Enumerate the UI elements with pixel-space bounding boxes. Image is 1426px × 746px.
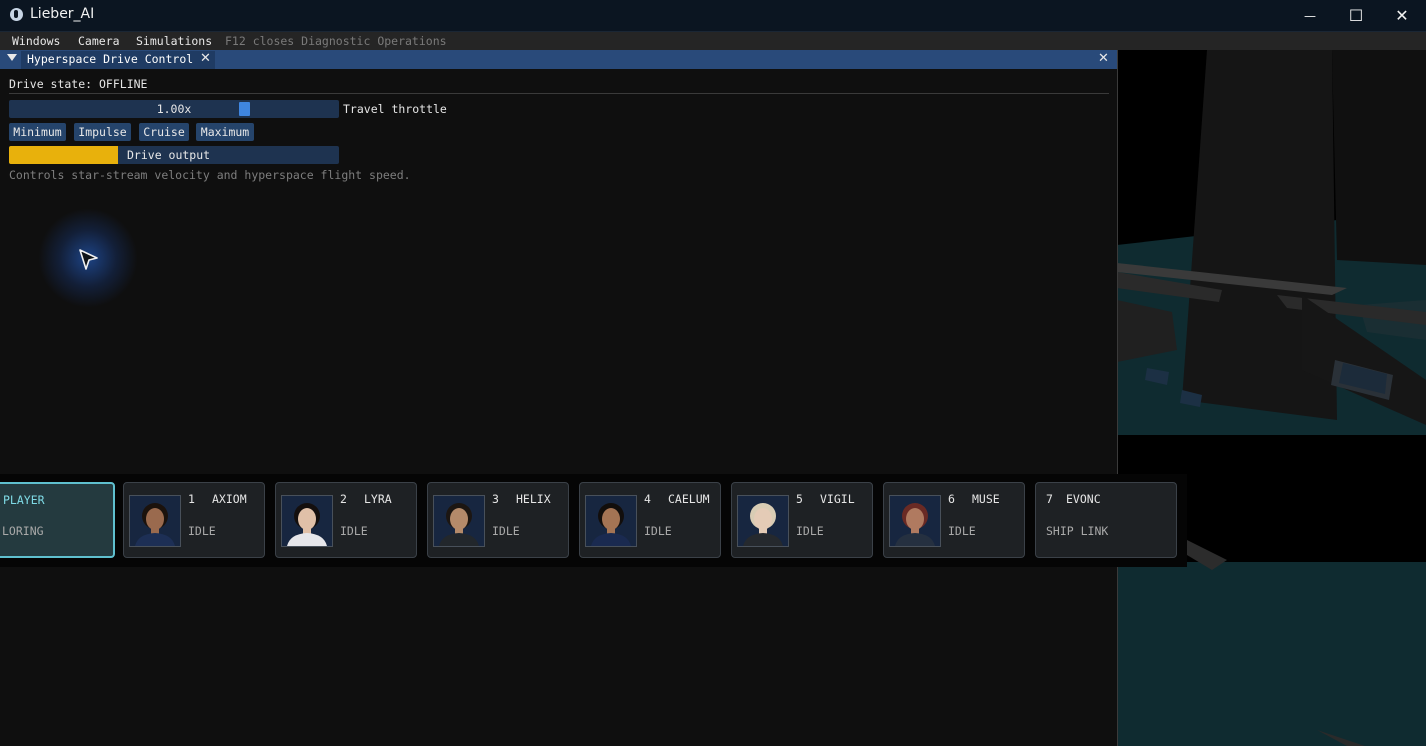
crew-number: 4 [644, 492, 651, 506]
crew-number: 6 [948, 492, 955, 506]
travel-throttle-label: Travel throttle [343, 102, 447, 116]
crew-status: IDLE [492, 524, 520, 538]
preset-maximum-button[interactable]: Maximum [196, 123, 254, 141]
minimize-button[interactable]: — [1287, 0, 1333, 31]
drive-state-text: Drive state: OFFLINE [9, 77, 148, 91]
app-logo-icon [10, 8, 23, 21]
os-title-bar: Lieber_AI — ☐ ✕ [0, 0, 1426, 32]
collapse-arrow-icon[interactable] [7, 54, 17, 61]
crew-name: AXIOM [212, 492, 247, 506]
preset-cruise-button[interactable]: Cruise [139, 123, 189, 141]
app-title: Lieber_AI [30, 6, 95, 22]
scene-viewport[interactable] [1117, 50, 1426, 746]
close-button[interactable]: ✕ [1379, 0, 1425, 31]
hyperspace-drive-window: Hyperspace Drive Control ✕ ✕ Drive state… [0, 50, 1118, 746]
drive-output-label: Drive output [127, 148, 211, 162]
crew-number: 2 [340, 492, 347, 506]
crew-name: PLAYER [3, 493, 45, 507]
crew-name: LYRA [364, 492, 392, 506]
crew-card-lyra[interactable]: 2 LYRA IDLE [275, 482, 417, 558]
drive-output-bar: Drive output [9, 146, 339, 164]
crew-portrait [129, 495, 181, 547]
maximize-button[interactable]: ☐ [1333, 0, 1379, 31]
scene-render [1117, 50, 1426, 746]
window-title: Hyperspace Drive Control [27, 52, 194, 66]
crew-card-muse[interactable]: 6 MUSE IDLE [883, 482, 1025, 558]
crew-status: IDLE [796, 524, 824, 538]
crew-status: IDLE [188, 524, 216, 538]
crew-portrait [585, 495, 637, 547]
crew-card-caelum[interactable]: 4 CAELUM IDLE [579, 482, 721, 558]
crew-portrait [433, 495, 485, 547]
crew-status: SHIP LINK [1046, 524, 1109, 538]
crew-bar: PLAYER LORING 1 AXIOM IDLE 2 LYRA IDLE 3 HELIX IDL… [0, 474, 1187, 567]
menu-camera[interactable]: Camera [78, 34, 120, 48]
crew-name: CAELUM [668, 492, 710, 506]
crew-status: IDLE [948, 524, 976, 538]
menu-bar: Windows Camera Simulations F12 closes Di… [0, 32, 1426, 50]
crew-portrait [889, 495, 941, 547]
crew-name: EVONC [1066, 492, 1101, 506]
preset-impulse-button[interactable]: Impulse [74, 123, 131, 141]
crew-number: 7 [1046, 492, 1053, 506]
menu-simulations[interactable]: Simulations [136, 34, 212, 48]
tab-close-icon[interactable]: ✕ [200, 51, 211, 66]
crew-name: MUSE [972, 492, 1000, 506]
crew-name: VIGIL [820, 492, 855, 506]
crew-status: IDLE [340, 524, 368, 538]
close-icon: ✕ [1395, 6, 1409, 25]
menu-hint-text: F12 closes Diagnostic Operations [225, 34, 447, 48]
maximize-icon: ☐ [1348, 6, 1364, 25]
description-text: Controls star-stream velocity and hypers… [9, 168, 411, 182]
crew-card-vigil[interactable]: 5 VIGIL IDLE [731, 482, 873, 558]
crew-status: LORING [2, 524, 44, 538]
throttle-value: 1.00x [156, 102, 192, 116]
window-close-icon[interactable]: ✕ [1098, 51, 1109, 66]
crew-portrait [281, 495, 333, 547]
drive-output-fill [9, 146, 118, 164]
crew-number: 3 [492, 492, 499, 506]
preset-minimum-button[interactable]: Minimum [9, 123, 66, 141]
crew-number: 1 [188, 492, 195, 506]
crew-card-evonc[interactable]: 7 EVONC SHIP LINK [1035, 482, 1177, 558]
crew-number: 5 [796, 492, 803, 506]
crew-card-axiom[interactable]: 1 AXIOM IDLE [123, 482, 265, 558]
crew-name: HELIX [516, 492, 551, 506]
crew-card-helix[interactable]: 3 HELIX IDLE [427, 482, 569, 558]
crew-card-player[interactable]: PLAYER LORING [0, 482, 115, 558]
crew-portrait [737, 495, 789, 547]
mouse-cursor-icon [79, 249, 98, 270]
crew-status: IDLE [644, 524, 672, 538]
minimize-icon: — [1304, 8, 1316, 23]
menu-windows[interactable]: Windows [12, 34, 60, 48]
travel-throttle-slider[interactable]: 1.00x [9, 100, 339, 118]
separator [9, 93, 1109, 94]
